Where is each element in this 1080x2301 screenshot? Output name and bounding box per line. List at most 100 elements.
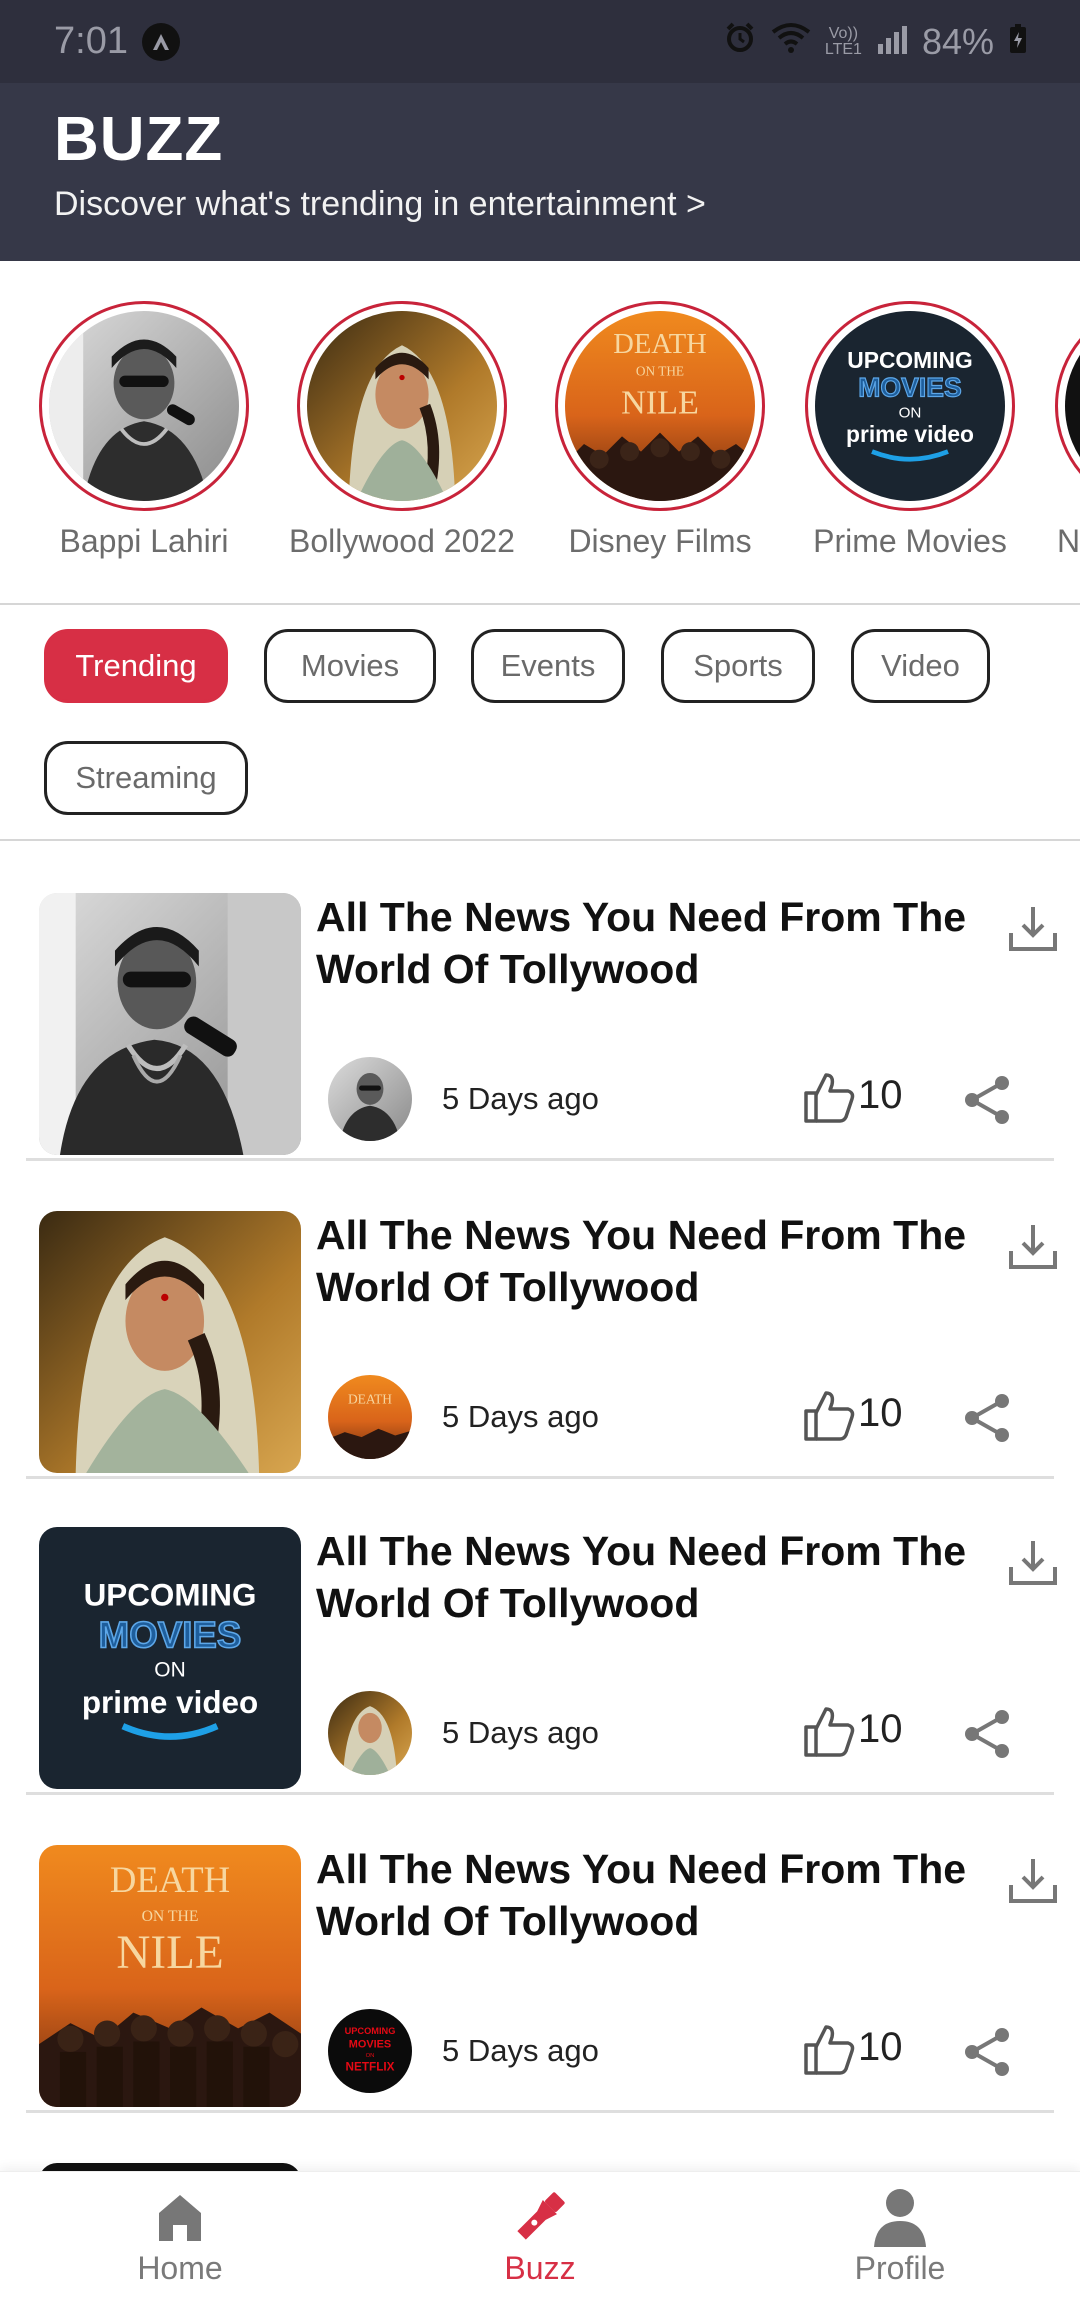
alarm-icon [723, 20, 757, 63]
story-ring [39, 301, 249, 511]
story-label: Prime Movies [813, 523, 1007, 559]
chip-movies[interactable]: Movies [264, 629, 436, 703]
chip-events[interactable]: Events [471, 629, 625, 703]
nav-profile-label: Profile [854, 2250, 946, 2286]
story-bappi-lahiri[interactable]: Bappi Lahiri [14, 301, 274, 560]
page-header: BUZZ Discover what's trending in enterta… [0, 83, 1080, 261]
story-label: N [1057, 523, 1080, 559]
story-image: UPCOMING MOVIES ON prime video [815, 311, 1005, 501]
post-time: 5 Days ago [442, 1081, 599, 1116]
poster-text: ON [366, 2053, 375, 2059]
poster-text: DEATH [110, 1859, 230, 1900]
story-ring: DEATH ON THE NILE [555, 301, 765, 511]
story-partial[interactable]: N [1030, 301, 1080, 560]
signal-icon [876, 21, 908, 63]
volte-label: Vo)) [828, 24, 859, 42]
share-icon[interactable] [958, 1705, 1016, 1763]
like-icon[interactable] [800, 1387, 856, 1443]
nav-home-label: Home [137, 2250, 223, 2286]
poster-text: DEATH [348, 1392, 392, 1407]
poster-text: MOVIES [858, 373, 961, 403]
story-ring [297, 301, 507, 511]
like-count: 10 [858, 1073, 903, 1117]
nav-home[interactable]: Home [80, 2184, 280, 2287]
download-icon[interactable] [1003, 899, 1063, 959]
story-prime-movies[interactable]: UPCOMING MOVIES ON prime video Prime Mov… [780, 301, 1040, 560]
author-avatar[interactable]: DEATH [328, 1375, 412, 1459]
like-icon[interactable] [800, 1069, 856, 1125]
home-icon [80, 2184, 280, 2250]
status-bar: 7:01 Vo)) LTE1 84% [0, 0, 1080, 83]
nav-buzz[interactable]: Buzz [440, 2184, 640, 2287]
share-icon[interactable] [958, 1389, 1016, 1447]
news-title[interactable]: All The News You Need From The World Of … [316, 891, 996, 995]
battery-percent: 84% [921, 20, 994, 62]
network-type: Vo)) LTE1 [824, 24, 862, 58]
poster-text: UPCOMING [345, 2026, 396, 2036]
like-count: 10 [858, 1391, 903, 1435]
download-icon[interactable] [1003, 1217, 1063, 1277]
poster-text: ON [154, 1658, 185, 1681]
bottom-navigation: Home Buzz Profile [0, 2171, 1080, 2301]
status-time: 7:01 [54, 20, 128, 62]
news-card[interactable]: DEATH ON THE NILE All The News You Need … [0, 1793, 1080, 2113]
nav-buzz-label: Buzz [504, 2250, 576, 2286]
news-thumbnail[interactable]: DEATH ON THE NILE [39, 1845, 301, 2107]
poster-text: NETFLIX [346, 2060, 395, 2073]
chip-trending[interactable]: Trending [44, 629, 228, 703]
story-image [49, 311, 239, 501]
news-feed: All The News You Need From The World Of … [0, 841, 1080, 2171]
poster-text: prime video [846, 421, 974, 447]
story-label: Bollywood 2022 [289, 523, 515, 559]
story-image [307, 311, 497, 501]
news-card[interactable]: UPCOMING MOVIES ON prime video All The N… [0, 1475, 1080, 1795]
person-icon [800, 2184, 1000, 2250]
share-icon[interactable] [958, 2023, 1016, 2081]
chip-streaming[interactable]: Streaming [44, 741, 248, 815]
news-card-partial[interactable] [0, 2111, 1080, 2171]
poster-text: ON [899, 404, 922, 421]
nav-profile[interactable]: Profile [800, 2184, 1000, 2287]
news-card[interactable]: All The News You Need From The World Of … [0, 841, 1080, 1161]
share-icon[interactable] [958, 1071, 1016, 1129]
story-bollywood-2022[interactable]: Bollywood 2022 [272, 301, 532, 560]
poster-text: DEATH [613, 329, 706, 360]
story-ring: UPCOMING MOVIES ON prime video [805, 301, 1015, 511]
news-title[interactable]: All The News You Need From The World Of … [316, 1209, 996, 1313]
download-icon[interactable] [1003, 1851, 1063, 1911]
news-thumbnail[interactable] [39, 1211, 301, 1473]
author-avatar[interactable]: UPCOMING MOVIES ON NETFLIX [328, 2009, 412, 2093]
post-time: 5 Days ago [442, 2033, 599, 2068]
flashlight-icon [440, 2184, 640, 2250]
like-icon[interactable] [800, 2021, 856, 2077]
news-title[interactable]: All The News You Need From The World Of … [316, 1843, 996, 1947]
author-avatar[interactable] [328, 1057, 412, 1141]
poster-text: ON THE [636, 364, 684, 379]
poster-text: ON THE [142, 1908, 199, 1925]
news-title[interactable]: All The News You Need From The World Of … [316, 1525, 996, 1629]
chip-video[interactable]: Video [851, 629, 990, 703]
news-thumbnail[interactable] [39, 893, 301, 1155]
news-thumbnail[interactable] [39, 2163, 301, 2171]
poster-text: MOVIES [349, 2039, 391, 2051]
chip-sports[interactable]: Sports [661, 629, 815, 703]
story-image [1065, 311, 1080, 501]
poster-text: NILE [116, 1927, 223, 1979]
story-label: Disney Films [568, 523, 752, 559]
story-label: Bappi Lahiri [59, 523, 229, 559]
poster-text: prime video [82, 1685, 258, 1720]
story-carousel[interactable]: Bappi Lahiri Bollywood 2022 DEATH ON THE… [0, 261, 1080, 603]
like-icon[interactable] [800, 1703, 856, 1759]
page-title: BUZZ [54, 105, 224, 174]
lte-label: LTE1 [824, 40, 862, 58]
wifi-icon [771, 21, 811, 63]
author-avatar[interactable] [328, 1691, 412, 1775]
page-subtitle-link[interactable]: Discover what's trending in entertainmen… [54, 179, 1026, 229]
news-thumbnail[interactable]: UPCOMING MOVIES ON prime video [39, 1527, 301, 1789]
story-image: DEATH ON THE NILE [565, 311, 755, 501]
poster-text: UPCOMING [847, 347, 972, 373]
news-card[interactable]: All The News You Need From The World Of … [0, 1159, 1080, 1479]
story-disney-films[interactable]: DEATH ON THE NILE Disney Films [530, 301, 790, 560]
download-icon[interactable] [1003, 1533, 1063, 1593]
post-time: 5 Days ago [442, 1715, 599, 1750]
